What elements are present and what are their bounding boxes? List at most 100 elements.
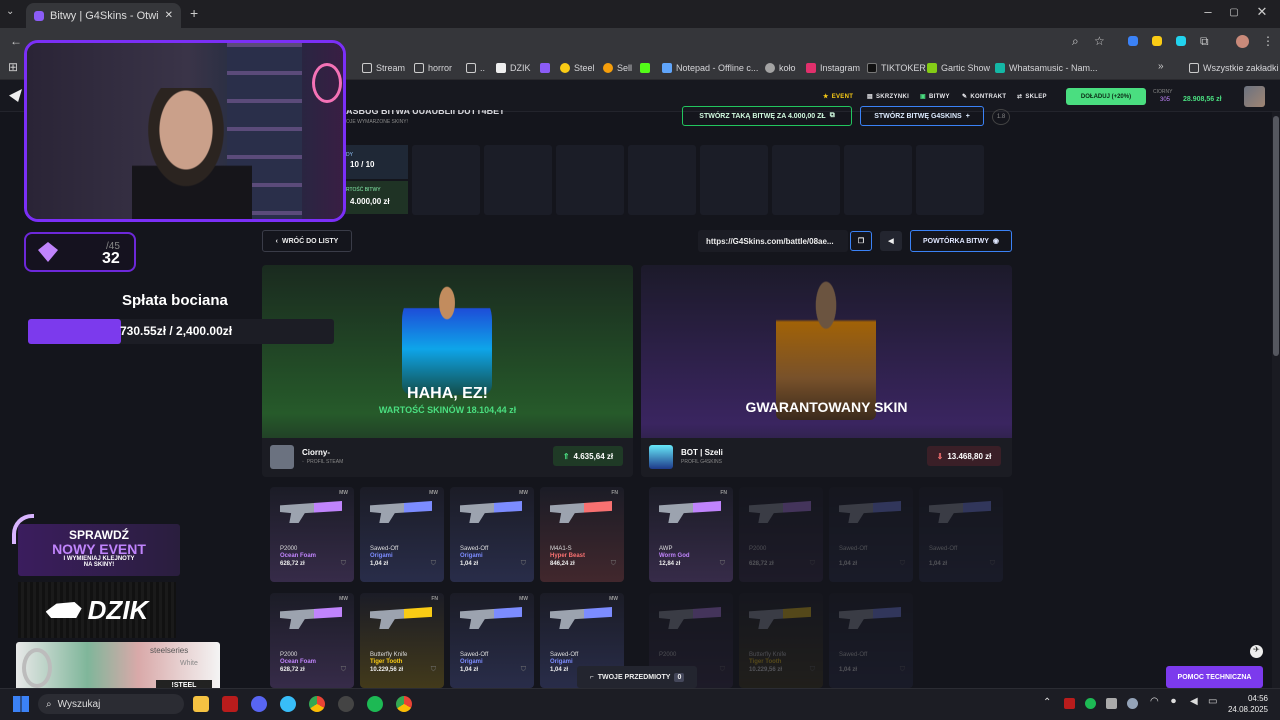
bookmark-item[interactable]: DZIK xyxy=(496,60,531,76)
player-profile[interactable]: ◦ PROFIL STEAM xyxy=(302,459,343,465)
bookmark-item[interactable] xyxy=(640,60,650,76)
player-name[interactable]: Ciorny- xyxy=(302,448,330,457)
tray-steam-icon[interactable] xyxy=(1127,698,1138,709)
tab-close-icon[interactable]: ✕ xyxy=(165,10,173,21)
deposit-button[interactable]: DOŁADUJ (+20%) xyxy=(1066,88,1146,105)
extension-icon[interactable] xyxy=(1152,36,1162,46)
bookmark-item[interactable]: TIKTOKER xyxy=(867,60,926,76)
clock-time[interactable]: 04:56 xyxy=(1236,694,1268,703)
my-items-button[interactable]: ⌐ TWOJE PRZEDMIOTY 0 xyxy=(577,666,697,688)
create-g4-battle-button[interactable]: STWÓRZ BITWĘ G4SKINS + xyxy=(860,106,984,126)
bookmark-item[interactable] xyxy=(540,60,550,76)
item-card[interactable]: MW Sawed-OffOrigami 1,04 zł ⛉ xyxy=(450,593,534,688)
tray-icon[interactable] xyxy=(1064,698,1075,709)
back-icon[interactable]: ← xyxy=(10,34,22,48)
browser-tab[interactable]: Bitwy | G4Skins - Otwieraj skrzy ✕ xyxy=(26,3,181,28)
nav-cases[interactable]: ▤ SKRZYNKI xyxy=(867,93,909,101)
item-card[interactable]: Sawed-Off 1,04 zł ⛉ xyxy=(919,487,1003,582)
bookmark-item[interactable]: koło xyxy=(765,60,796,76)
wear-tag: FN xyxy=(431,596,438,602)
profile-avatar[interactable] xyxy=(1236,35,1249,48)
star-icon: ★ xyxy=(823,94,829,100)
new-tab-icon[interactable]: + xyxy=(190,5,198,21)
copy-url-button[interactable]: ❐ xyxy=(850,231,872,251)
tray-spotify-icon[interactable] xyxy=(1085,698,1096,709)
dzik-logo-text: DZIK xyxy=(87,594,149,625)
item-card[interactable]: FN M4A1-S Hyper Beast 846,24 zł ⛉ xyxy=(540,487,624,582)
bookmark-item[interactable]: horror xyxy=(414,60,452,76)
app-icon[interactable] xyxy=(222,696,238,712)
create-same-battle-button[interactable]: STWÓRZ TAKĄ BITWĘ ZA 4.000,00 ZŁ ⧉ xyxy=(682,106,852,126)
network-icon[interactable]: ▭ xyxy=(1208,696,1217,707)
item-card[interactable]: P2000 628,72 zł ⛉ xyxy=(739,487,823,582)
bookmark-item[interactable]: Notepad - Offline c... xyxy=(662,60,758,76)
g4skins-logo[interactable] xyxy=(9,89,22,102)
bot-name[interactable]: BOT | Szeli xyxy=(681,448,723,457)
extensions-puzzle-icon[interactable]: ⧉ xyxy=(1200,34,1209,49)
battle-url-field[interactable]: https://G4Skins.com/battle/08ae... xyxy=(698,230,848,252)
bookmark-item[interactable]: Stream xyxy=(362,60,405,76)
file-explorer-icon[interactable] xyxy=(193,696,209,712)
taskbar-search[interactable]: ⌕ Wyszukaj xyxy=(38,694,184,714)
nav-contract[interactable]: ✎ KONTRAKT xyxy=(962,93,1006,101)
apps-grid-icon[interactable]: ⊞ xyxy=(8,60,18,74)
tray-chevron-icon[interactable]: ⌃ xyxy=(1043,697,1051,708)
item-card[interactable]: Sawed-Off 1,04 zł ⛉ xyxy=(829,487,913,582)
support-button[interactable]: POMOC TECHNICZNA xyxy=(1166,666,1263,688)
bookmark-item[interactable]: Gartic Show xyxy=(927,60,990,76)
app-icon[interactable] xyxy=(280,696,296,712)
nav-event[interactable]: ★ EVENT xyxy=(823,93,853,101)
extension-icon[interactable] xyxy=(1128,36,1138,46)
bookmark-item[interactable]: Sell xyxy=(603,60,632,76)
player-avatar[interactable] xyxy=(270,445,294,469)
round-label: DY xyxy=(346,152,353,158)
item-card[interactable]: FN Butterfly Knife Tiger Tooth 10.229,56 zł… xyxy=(360,593,444,688)
browser-menu-icon[interactable]: ⋮ xyxy=(1262,34,1274,48)
tray-icon[interactable] xyxy=(1106,698,1117,709)
obs-icon[interactable] xyxy=(338,696,354,712)
speaker-icon[interactable]: ◀ xyxy=(1190,696,1198,707)
nav-shop[interactable]: ⇄ SKLEP xyxy=(1017,93,1047,101)
microphone-icon[interactable]: ⏺ xyxy=(1171,696,1176,707)
back-to-list-button[interactable]: ‹ WRÓĆ DO LISTY xyxy=(262,230,352,252)
steelseries-logo: steelseries xyxy=(150,646,189,655)
discord-icon[interactable] xyxy=(251,696,267,712)
item-card[interactable]: MW P2000 Ocean Foam 628,72 zł ⛉ xyxy=(270,487,354,582)
item-card[interactable]: FN AWP Worm God 12,84 zł ⛉ xyxy=(649,487,733,582)
windows-start-icon[interactable] xyxy=(13,696,29,712)
sound-toggle-button[interactable]: ◀ xyxy=(880,231,902,251)
bookmark-star-icon[interactable]: ☆ xyxy=(1094,34,1105,48)
item-card[interactable]: Butterfly Knife Tiger Tooth 10.229,56 zł ⛉ xyxy=(739,593,823,688)
all-bookmarks[interactable]: Wszystkie zakładki xyxy=(1189,60,1279,76)
maximize-icon[interactable]: ▢ xyxy=(1224,7,1244,18)
more-bookmarks-icon[interactable]: » xyxy=(1158,61,1164,72)
minimize-icon[interactable]: – xyxy=(1198,4,1218,19)
wifi-icon[interactable]: ◠ xyxy=(1150,696,1159,707)
bookmark-item[interactable]: Instagram xyxy=(806,60,860,76)
bookmark-item[interactable]: .. xyxy=(466,60,485,76)
spotify-icon[interactable] xyxy=(367,696,383,712)
replay-battle-button[interactable]: POWTÓRKA BITWY ◉ xyxy=(910,230,1012,252)
item-card[interactable]: MW Sawed-OffOrigami 1,04 zł ⛉ xyxy=(450,487,534,582)
browser-tab-bar: ⌄ Bitwy | G4Skins - Otwieraj skrzy ✕ + –… xyxy=(0,0,1280,28)
scrollbar-thumb[interactable] xyxy=(1273,116,1279,356)
extension-icon[interactable] xyxy=(1176,36,1186,46)
item-card[interactable]: MW P2000 Ocean Foam 628,72 zł ⛉ xyxy=(270,593,354,688)
bookmark-item[interactable]: Steel xyxy=(560,60,595,76)
chrome-icon[interactable] xyxy=(309,696,325,712)
nav-battles[interactable]: ▣ BITWY xyxy=(920,93,950,101)
username: CIORNY xyxy=(1153,89,1173,95)
chat-bubble-icon[interactable]: ✈ xyxy=(1250,645,1263,658)
item-card[interactable]: Sawed-Off 1,04 zł ⛉ xyxy=(829,593,913,688)
chrome-icon[interactable] xyxy=(396,696,412,712)
tab-list-icon[interactable]: ⌄ xyxy=(6,6,14,17)
close-window-icon[interactable]: ✕ xyxy=(1252,4,1272,20)
user-avatar[interactable] xyxy=(1244,86,1265,107)
zoom-icon[interactable]: ⌕ xyxy=(1072,34,1079,49)
bookmark-item[interactable]: Whatsamusic - Nam... xyxy=(995,60,1098,76)
bot-profile[interactable]: PROFIL G4SKINS xyxy=(681,459,722,465)
bot-avatar[interactable] xyxy=(649,445,673,469)
item-card[interactable]: MW Sawed-OffOrigami 1,04 zł ⛉ xyxy=(360,487,444,582)
scrollbar[interactable] xyxy=(1272,112,1280,688)
clock-date[interactable]: 24.08.2025 xyxy=(1226,705,1268,714)
